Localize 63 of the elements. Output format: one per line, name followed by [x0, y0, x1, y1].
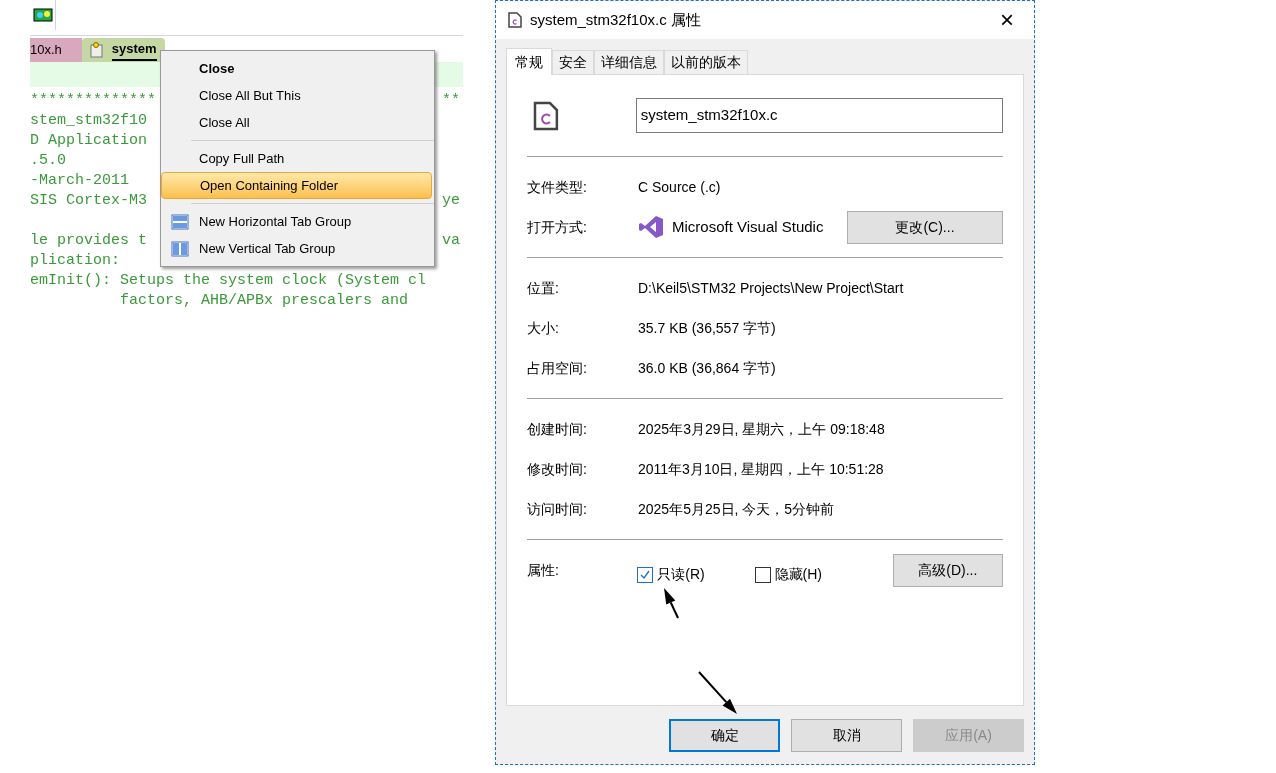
code-line: SIS Cortex-M3 [30, 191, 148, 211]
property-label: 大小: [527, 318, 560, 338]
code-line: stem_stm32f10 [30, 111, 148, 131]
horizontal-split-icon [171, 213, 189, 230]
checkbox[interactable] [637, 566, 654, 583]
property-label: 位置: [527, 278, 560, 298]
property-value: Microsoft Visual Studic [672, 216, 825, 237]
property-value: 2025年3月29日, 星期六，上午 09:18:48 [638, 419, 885, 439]
tab[interactable]: 安全 [552, 50, 594, 74]
code-line: le provides t [30, 231, 148, 251]
toolbar-icon[interactable] [32, 8, 53, 22]
property-value: C Source (.c) [638, 177, 721, 197]
menu-item[interactable]: Close All But This [161, 82, 434, 109]
checkbox-label[interactable]: 只读(R) [657, 564, 705, 585]
property-value: D:\Keil5\STM32 Projects\New Project\Start [638, 278, 904, 298]
file-tab[interactable]: 10x.h [30, 38, 82, 62]
close-button[interactable]: × [992, 8, 1022, 32]
check-icon [639, 568, 652, 581]
change-button[interactable]: 更改(C)... [847, 210, 1003, 244]
menu-item[interactable]: New Vertical Tab Group [161, 235, 434, 262]
file-icon [89, 42, 104, 58]
c-file-icon [508, 12, 522, 28]
menu-item[interactable]: Copy Full Path [161, 145, 434, 172]
file-name-field[interactable]: system_stm32f10x.c [635, 98, 1003, 133]
property-label: 访问时间: [527, 499, 588, 519]
vertical-split-icon [171, 240, 189, 257]
tab[interactable]: 常规 [506, 48, 552, 75]
tab[interactable]: 详细信息 [594, 50, 664, 74]
menu-item[interactable]: New Horizontal Tab Group [161, 208, 434, 235]
menu-item[interactable]: Open Containing Folder [161, 172, 432, 199]
code-fragment: va [442, 231, 460, 251]
c-file-icon [533, 100, 559, 131]
dialog-button[interactable]: 取消 [791, 719, 902, 752]
checkbox-label[interactable]: 隐藏(H) [774, 564, 822, 585]
code-line: D Application [30, 131, 148, 151]
annotation-arrow [698, 671, 737, 714]
property-label: 创建时间: [527, 419, 588, 439]
code-fragment: ** [442, 91, 460, 111]
window-title: system_stm32f10x.c 属性 [530, 9, 701, 30]
code-line: -March-2011 [30, 171, 130, 191]
visual-studio-icon [638, 215, 664, 239]
property-value: 35.7 KB (36,557 字节) [638, 318, 776, 338]
property-label: 文件类型: [527, 177, 588, 197]
annotation-arrow [664, 588, 679, 619]
property-value: 36.0 KB (36,864 字节) [638, 358, 776, 378]
code-line: .5.0 [30, 151, 66, 171]
code-fragment: ye [442, 191, 460, 211]
file-tab[interactable]: system [81, 38, 165, 62]
property-label: 占用空间: [527, 358, 588, 378]
property-value: 2025年5月25日, 今天，5分钟前 [638, 499, 835, 519]
checkbox[interactable] [754, 566, 771, 583]
code-line: factors, AHB/APBx prescalers and [119, 291, 409, 311]
code-line: ************** [30, 91, 157, 111]
property-value: 2011年3月10日, 星期四，上午 10:51:28 [638, 459, 884, 479]
property-label: 打开方式: [527, 217, 588, 237]
code-line: plication: [30, 251, 120, 271]
tab[interactable]: 以前的版本 [664, 50, 748, 74]
dialog-button[interactable]: 确定 [669, 719, 780, 752]
advanced-button[interactable]: 高级(D)... [892, 554, 1003, 587]
property-label: 修改时间: [527, 459, 588, 479]
property-label: 属性: [527, 561, 560, 580]
code-line: emInit(): Setups the system clock (System cl [30, 271, 427, 291]
menu-item[interactable]: Close All [161, 109, 434, 136]
